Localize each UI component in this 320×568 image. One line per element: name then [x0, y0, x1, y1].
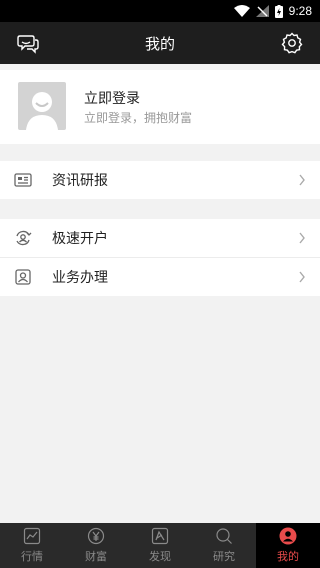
- message-button[interactable]: [16, 31, 40, 55]
- menu-item-news-research[interactable]: 资讯研报: [0, 161, 320, 199]
- status-bar: 9:28: [0, 0, 320, 22]
- bottom-tab-bar: 行情 财富 发现 研究 我的: [0, 523, 320, 568]
- discover-icon: [151, 527, 169, 545]
- tab-label: 研究: [213, 550, 235, 563]
- chevron-right-icon: [299, 174, 305, 186]
- tab-label: 发现: [149, 550, 171, 563]
- login-title[interactable]: 立即登录: [84, 88, 140, 108]
- header: 我的: [0, 22, 320, 64]
- default-avatar-icon: [26, 92, 58, 130]
- page-title: 我的: [144, 34, 175, 53]
- research-icon: [216, 528, 232, 544]
- business-icon: [15, 269, 31, 285]
- tab-discover[interactable]: 发现: [128, 523, 192, 568]
- chevron-right-icon: [299, 271, 305, 283]
- login-card[interactable]: 立即登录 立即登录，拥抱财富: [0, 70, 320, 144]
- menu-label: 极速开户: [52, 231, 108, 247]
- tab-mine[interactable]: 我的: [256, 523, 320, 568]
- wifi-icon: [233, 5, 250, 17]
- login-subtitle: 立即登录，拥抱财富: [84, 111, 193, 125]
- menu-item-business[interactable]: 业务办理: [0, 258, 320, 296]
- tab-label: 行情: [21, 550, 43, 563]
- menu-label: 业务办理: [52, 270, 108, 286]
- chevron-right-icon: [299, 232, 305, 244]
- menu-label: 资讯研报: [52, 173, 108, 189]
- user-icon: [279, 527, 297, 545]
- gear-icon: [281, 32, 303, 54]
- menu-item-quick-account[interactable]: 极速开户: [0, 219, 320, 257]
- tab-label: 财富: [85, 550, 107, 563]
- settings-button[interactable]: [280, 31, 304, 55]
- signal-icon: [255, 5, 269, 17]
- tab-research[interactable]: 研究: [192, 523, 256, 568]
- tab-wealth[interactable]: 财富: [64, 523, 128, 568]
- market-icon: [23, 527, 41, 545]
- account-open-icon: [16, 230, 32, 246]
- tab-market[interactable]: 行情: [0, 523, 64, 568]
- chat-icon: [17, 35, 39, 54]
- news-icon: [14, 173, 32, 187]
- avatar: [18, 82, 66, 130]
- status-time: 9:28: [288, 4, 312, 18]
- wealth-icon: [87, 527, 105, 545]
- tab-label: 我的: [277, 550, 299, 563]
- battery-icon: [274, 4, 283, 18]
